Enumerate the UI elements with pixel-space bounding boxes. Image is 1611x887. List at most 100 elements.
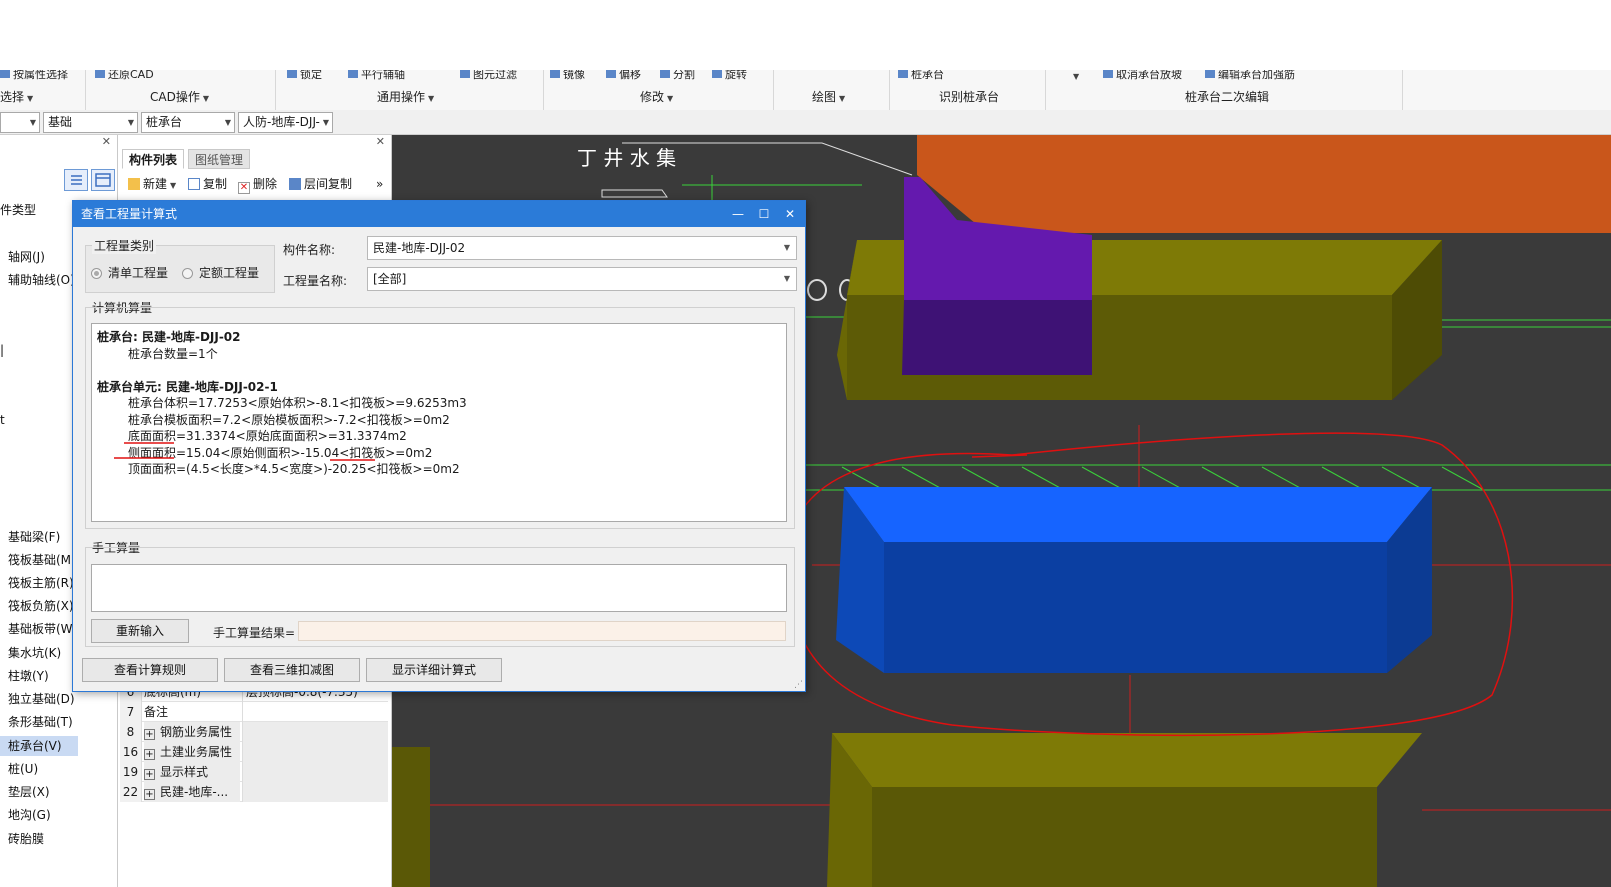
close-icon[interactable]: ✕ (102, 135, 111, 148)
tool-icon (287, 70, 297, 78)
property-value[interactable] (242, 762, 388, 782)
copy-button[interactable]: 复制 (188, 175, 227, 193)
chevron-down-icon[interactable]: ▼ (1073, 72, 1079, 81)
component-type-item[interactable]: 垫层(X) (0, 782, 50, 802)
ribbon-button[interactable]: 偏移 (606, 70, 641, 82)
component-type-item[interactable]: 集水坑(K) (0, 643, 61, 663)
component-type-item[interactable]: 辅助轴线(O) (0, 270, 75, 290)
tool-icon (1205, 70, 1215, 78)
tab-component-list[interactable]: 构件列表 (122, 149, 185, 169)
calc-formula-textbox[interactable]: 桩承台: 民建-地库-DJJ-02 桩承台数量=1个 桩承台单元: 民建-地库-DJ… (91, 323, 787, 522)
row-number: 8 (120, 722, 142, 742)
ribbon-button[interactable]: 取消承台放坡 (1103, 70, 1182, 82)
view-3d-deduction-button[interactable]: 查看三维扣减图 (224, 658, 360, 682)
ribbon-button[interactable]: 分割 (660, 70, 695, 82)
property-value[interactable] (242, 742, 388, 762)
property-value[interactable] (242, 722, 388, 742)
ribbon-group-label[interactable]: 通用操作 ▼ (377, 89, 434, 105)
view-calc-rules-button[interactable]: 查看计算规则 (82, 658, 218, 682)
quantity-name-select[interactable]: [全部] ▼ (367, 267, 797, 291)
floor-selector[interactable]: ▼ (0, 112, 40, 133)
floor-copy-button[interactable]: 层间复制 (289, 175, 352, 193)
list-view-icon[interactable] (64, 169, 88, 191)
red-annotation-arrow (971, 454, 1028, 458)
minimize-icon[interactable]: — (725, 201, 751, 227)
copy-icon (188, 178, 200, 190)
show-detailed-formula-button[interactable]: 显示详细计算式 (366, 658, 502, 682)
ribbon-separator (773, 70, 774, 110)
ribbon-button[interactable]: 旋转 (712, 70, 747, 82)
ribbon-button[interactable]: 编辑承台加强筋 (1205, 70, 1295, 82)
property-row[interactable]: 7 备注 (120, 702, 388, 722)
hatch-line (1201, 466, 1243, 490)
ribbon-group-label[interactable]: 选择 ▼ (0, 89, 33, 105)
component-type-item[interactable]: 砖胎膜 (0, 829, 44, 849)
component-name-select[interactable]: 民建-地库-DJJ-02 ▼ (367, 236, 797, 260)
ribbon-button[interactable]: 按属性选择 (0, 70, 68, 82)
ribbon-group-label[interactable]: 桩承台二次编辑 (1185, 89, 1269, 105)
property-view-icon[interactable] (91, 169, 115, 191)
ribbon-group-label[interactable]: 修改 ▼ (640, 89, 673, 105)
component-type-item[interactable]: 筏板基础(M) (0, 550, 76, 570)
component-type-item[interactable]: 桩承台(V) (0, 736, 78, 756)
property-value[interactable] (242, 782, 388, 802)
ribbon-separator (1045, 70, 1046, 110)
chevron-down-icon: ▼ (27, 94, 34, 103)
new-button[interactable]: 新建 ▼ (128, 175, 176, 193)
ribbon-button[interactable]: 还原CAD (95, 70, 154, 82)
more-icon[interactable]: » (376, 175, 383, 193)
reinput-button[interactable]: 重新输入 (91, 619, 189, 643)
floor-selector[interactable]: 基础 ▼ (43, 112, 138, 133)
calc-line: 侧面面积=15.04<原始侧面积>-15.04<扣筏板>=0m2 (128, 445, 433, 460)
delete-button[interactable]: ✕ 删除 (238, 175, 277, 194)
ribbon-button[interactable]: 平行辅轴 (348, 70, 405, 82)
hatch-line (1081, 466, 1123, 490)
calc-line: 桩承台模板面积=7.2<原始模板面积>-7.2<扣筏板>=0m2 (128, 412, 450, 427)
close-icon[interactable]: ✕ (376, 135, 385, 148)
ribbon-group-label[interactable]: 绘图 ▼ (812, 89, 845, 105)
component-type-item[interactable]: 基础梁(F) (0, 527, 60, 547)
close-icon[interactable]: ✕ (777, 201, 803, 227)
component-type-item[interactable]: 独立基础(D) (0, 689, 75, 709)
hatch-line (841, 466, 883, 490)
ribbon-button[interactable]: 镜像 (550, 70, 585, 82)
property-value[interactable] (242, 702, 388, 722)
calc-line: 底面面积=31.3374<原始底面面积>=31.3374m2 (128, 429, 407, 443)
manual-calc-textbox[interactable] (91, 564, 787, 612)
resize-grip-icon[interactable]: ⋰ (794, 680, 803, 690)
component-type-item[interactable]: 条形基础(T) (0, 712, 73, 732)
hatch-line (961, 466, 1003, 490)
component-type-item[interactable]: 地沟(G) (0, 805, 51, 825)
maximize-icon[interactable]: ☐ (751, 201, 777, 227)
chevron-down-icon: ▼ (322, 118, 329, 127)
component-type-item[interactable]: 柱墩(Y) (0, 666, 49, 686)
raft-slab-block (917, 135, 1611, 233)
tab-drawing-management[interactable]: 图纸管理 (188, 149, 251, 169)
component-type-item[interactable]: 筏板主筋(R) (0, 573, 74, 593)
manual-result-field[interactable] (298, 621, 786, 641)
radio-quota-quantity[interactable]: 定额工程量 (182, 264, 259, 281)
expand-icon[interactable]: + (144, 789, 155, 800)
tool-icon (898, 70, 908, 78)
expand-icon[interactable]: + (144, 729, 155, 740)
component-type-item[interactable]: 筏板负筋(X) (0, 596, 74, 616)
ribbon-button[interactable]: 锁定 (287, 70, 322, 82)
row-number: 7 (120, 702, 142, 722)
radio-bill-quantity[interactable]: 清单工程量 (91, 264, 168, 281)
floor-selector[interactable]: 人防-地库-DJJ- ▼ (238, 112, 333, 133)
component-type-item[interactable]: 轴网(J) (0, 247, 45, 267)
ribbon-group-label[interactable]: CAD操作 ▼ (150, 89, 209, 105)
component-type-item[interactable]: 基础板带(W) (0, 619, 77, 639)
ribbon-button[interactable]: 图元过滤 (460, 70, 517, 82)
component-type-item[interactable]: 桩(U) (0, 759, 38, 779)
property-row[interactable]: 8 + 钢筋业务属性 (120, 722, 388, 742)
property-row[interactable]: 22 + 民建-地库-... (120, 782, 388, 802)
ribbon-button[interactable]: 桩承台 (898, 70, 944, 82)
property-row[interactable]: 19 + 显示样式 (120, 762, 388, 782)
property-row[interactable]: 16 + 土建业务属性 (120, 742, 388, 762)
ribbon-group-label[interactable]: 识别桩承台 (939, 89, 999, 105)
expand-icon[interactable]: + (144, 749, 155, 760)
chevron-down-icon: ▼ (783, 243, 790, 252)
expand-icon[interactable]: + (144, 769, 155, 780)
floor-selector[interactable]: 桩承台 ▼ (141, 112, 235, 133)
